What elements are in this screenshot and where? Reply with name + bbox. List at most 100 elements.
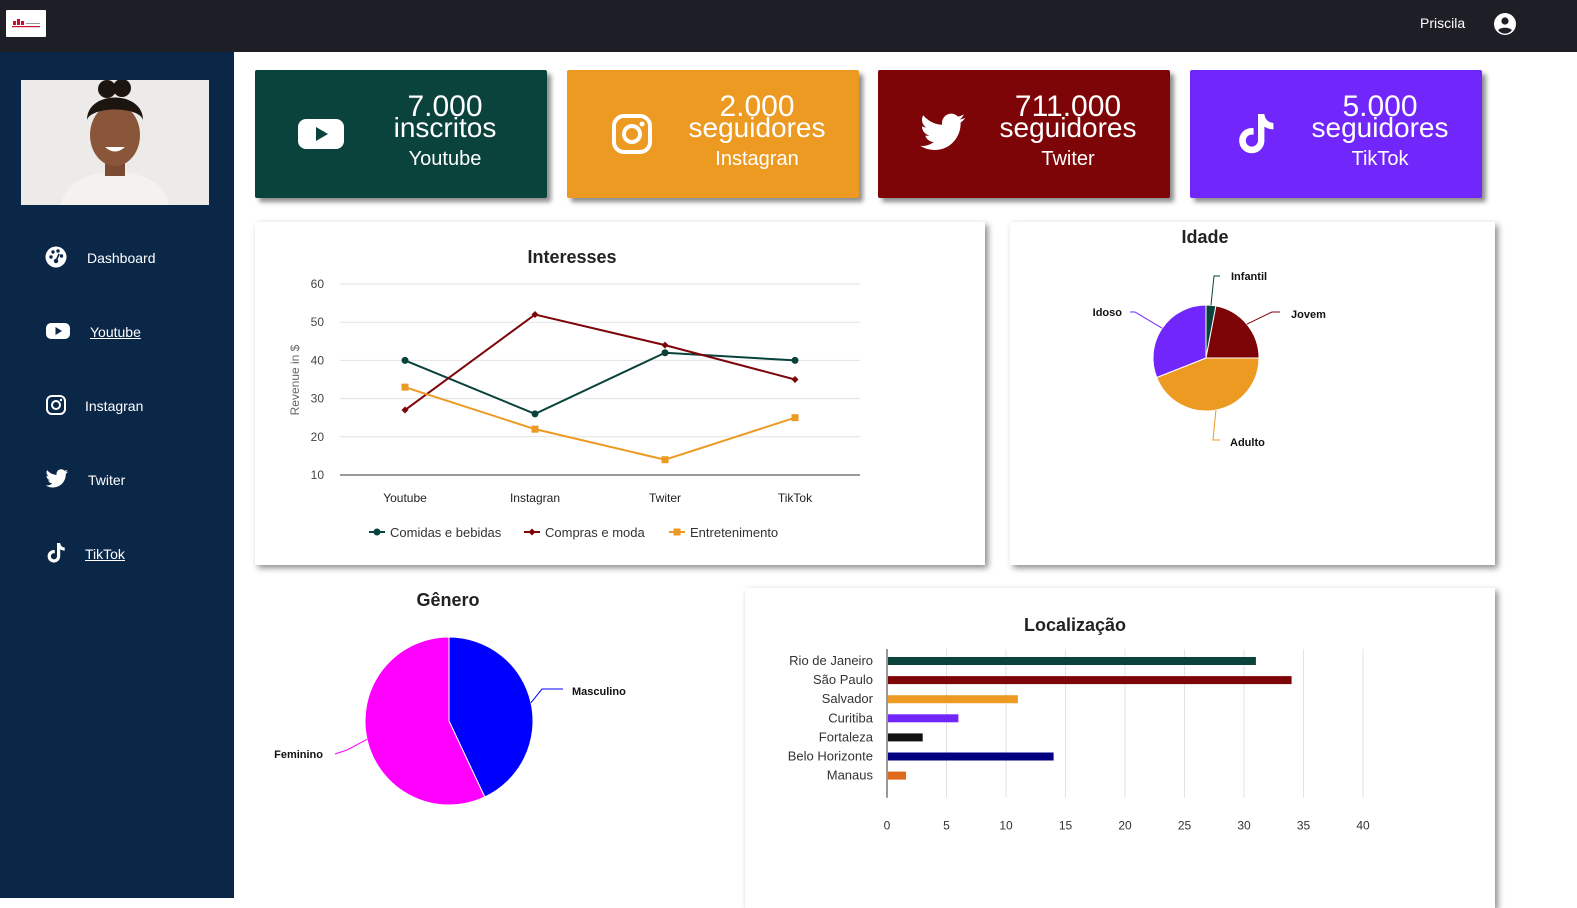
y-tick-label: 10	[311, 468, 325, 482]
bar[interactable]	[888, 695, 1018, 704]
data-point[interactable]	[791, 414, 799, 422]
bar[interactable]	[888, 676, 1292, 685]
panel-idade: Idade Infantil Jovem Adulto Idoso	[1010, 222, 1495, 565]
y-axis-label: Revenue in $	[288, 344, 302, 415]
chart-title: Gênero	[416, 590, 479, 610]
y-tick-label: Fortaleza	[819, 729, 874, 744]
sidebar-item-youtube[interactable]: Youtube	[0, 314, 234, 350]
pie-leader-line	[530, 688, 563, 703]
series-line	[404, 313, 796, 411]
data-point[interactable]	[791, 376, 799, 383]
card-platform: Instagran	[715, 148, 799, 170]
card-youtube[interactable]: 7.000 inscritos Youtube	[255, 70, 547, 198]
pie-leader-line	[1212, 410, 1220, 441]
username[interactable]: Priscila	[1420, 15, 1465, 31]
y-tick-label: 40	[311, 353, 325, 367]
x-tick-label: Instagran	[510, 491, 560, 505]
card-instagram[interactable]: 2.000 seguidores Instagran	[567, 70, 859, 198]
y-tick-label: Manaus	[827, 768, 874, 783]
y-tick-label: 30	[311, 392, 325, 406]
card-twitter[interactable]: 711.000 seguidores Twiter	[878, 70, 1170, 198]
card-unit: inscritos	[393, 112, 497, 143]
sidebar-item-label: TikTok	[85, 546, 125, 562]
pie-label: Masculino	[572, 686, 626, 698]
card-tiktok[interactable]: 5.000 seguidores TikTok	[1190, 70, 1482, 198]
x-tick-label: 10	[999, 819, 1013, 833]
panel-genero: Gênero Masculino Feminino	[255, 588, 741, 898]
pie-leader-line	[1130, 311, 1163, 329]
data-point[interactable]	[661, 341, 669, 349]
x-tick-label: 20	[1118, 819, 1132, 833]
x-tick-label: Youtube	[383, 491, 427, 505]
bar[interactable]	[888, 752, 1054, 761]
dashboard-icon	[45, 246, 67, 268]
brand-logo-icon[interactable]	[6, 10, 46, 37]
card-unit: seguidores	[1311, 112, 1449, 143]
legend-label[interactable]: Compras e moda	[545, 525, 645, 540]
pie-label: Jovem	[1291, 309, 1326, 321]
bar[interactable]	[888, 657, 1256, 665]
sidebar-item-instagram[interactable]: Instagran	[0, 388, 234, 424]
data-point[interactable]	[661, 456, 669, 464]
tiktok-icon	[45, 542, 67, 564]
card-platform: Youtube	[408, 148, 482, 170]
series-line	[404, 386, 796, 461]
bar[interactable]	[888, 714, 959, 723]
panel-localizacao: Localização 0 5 10 15 20 25 30 35 40 Rio de Janei…	[745, 588, 1495, 908]
legend-marker[interactable]	[373, 528, 381, 536]
instagram-icon	[45, 394, 67, 416]
legend-label[interactable]: Comidas e bebidas	[390, 525, 502, 540]
x-tick-label: TikTok	[778, 491, 813, 505]
interesses-line-chart: Interesses Revenue in $ 10 20 30 40 50 60 You…	[288, 247, 860, 540]
data-point[interactable]	[531, 425, 539, 433]
data-point[interactable]	[661, 349, 669, 357]
card-unit: seguidores	[688, 112, 826, 143]
legend-marker[interactable]	[673, 528, 681, 536]
chart-title: Interesses	[527, 247, 616, 267]
bar[interactable]	[888, 771, 907, 780]
legend-marker[interactable]	[528, 528, 536, 536]
x-tick-label: 40	[1356, 819, 1370, 833]
account-circle-icon[interactable]	[1493, 12, 1517, 36]
sidebar-item-label: Instagran	[85, 398, 144, 414]
data-point[interactable]	[401, 356, 409, 364]
x-tick-label: 0	[884, 819, 891, 833]
x-tick-label: 35	[1297, 819, 1311, 833]
card-platform: Twiter	[1041, 148, 1095, 170]
data-point[interactable]	[791, 356, 799, 364]
sidebar-item-dashboard[interactable]: Dashboard	[0, 240, 234, 276]
card-unit: seguidores	[999, 112, 1137, 143]
idade-pie-chart: Idade Infantil Jovem Adulto Idoso	[1093, 227, 1326, 449]
bar[interactable]	[888, 733, 923, 742]
y-tick-label: Curitiba	[828, 710, 874, 725]
card-platform: TikTok	[1351, 148, 1409, 170]
y-tick-label: 60	[311, 277, 325, 291]
sidebar-item-twitter[interactable]: Twiter	[0, 462, 234, 498]
twitter-icon	[919, 112, 971, 156]
youtube-icon	[295, 112, 347, 156]
sidebar-item-tiktok[interactable]: TikTok	[0, 536, 234, 572]
y-tick-label: 50	[311, 315, 325, 329]
pie-label: Infantil	[1231, 271, 1267, 283]
data-point[interactable]	[531, 410, 539, 418]
pie-leader-line	[334, 738, 368, 755]
y-tick-label: Rio de Janeiro	[789, 653, 873, 668]
x-tick-label: Twiter	[649, 491, 681, 505]
data-point[interactable]	[401, 383, 409, 391]
legend-label[interactable]: Entretenimento	[690, 525, 778, 540]
sidebar-item-label: Dashboard	[87, 250, 156, 266]
x-tick-label: 30	[1237, 819, 1251, 833]
pie-label: Feminino	[274, 749, 323, 761]
x-tick-label: 15	[1059, 819, 1073, 833]
twitter-icon	[45, 468, 69, 490]
chart-title: Localização	[1024, 615, 1126, 635]
genero-pie-chart: Gênero Masculino Feminino	[274, 590, 626, 806]
x-tick-label: 5	[943, 819, 950, 833]
pie-leader-line	[1210, 275, 1220, 306]
panel-interesses: Interesses Revenue in $ 10 20 30 40 50 60 You…	[255, 222, 985, 565]
y-tick-label: Belo Horizonte	[788, 749, 873, 764]
y-tick-label: 20	[311, 430, 325, 444]
instagram-icon	[610, 112, 662, 156]
pie-slice[interactable]	[1205, 305, 1260, 359]
sidebar-item-label: Youtube	[90, 324, 141, 340]
